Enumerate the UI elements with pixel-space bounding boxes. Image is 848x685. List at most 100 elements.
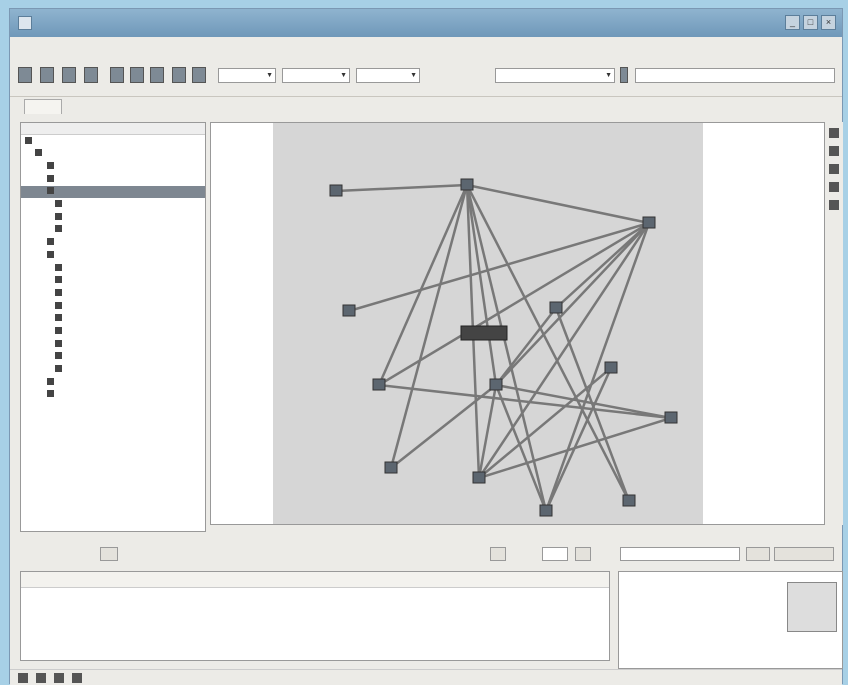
network-device-icon [342,304,356,317]
toolbar-icon-2[interactable] [40,67,54,83]
tree-row[interactable] [21,211,205,224]
selected-node-label-box[interactable] [460,325,508,341]
tree-row[interactable] [21,173,205,186]
tree-column-name[interactable] [21,123,157,134]
events-col-type[interactable] [195,572,325,587]
search2-input[interactable] [635,68,835,83]
tree-row[interactable] [21,389,205,402]
event-row[interactable] [21,600,609,612]
page-input[interactable] [542,547,568,561]
tree-row[interactable] [21,363,205,376]
events-col-date[interactable] [45,572,125,587]
tree-row[interactable] [21,262,205,275]
zoom-in-icon[interactable] [829,128,839,138]
tree-row[interactable] [21,135,205,148]
event-row[interactable] [21,636,609,648]
details-button-1[interactable] [746,547,770,561]
graph-node[interactable] [342,304,356,317]
status-bar [10,669,842,685]
main-toolbar: ▼ ▼ ▼ ▼ [10,55,842,97]
topology-canvas[interactable] [210,122,825,525]
status-icon-3[interactable] [54,673,64,683]
tree-row[interactable] [21,249,205,262]
tree-row[interactable] [21,148,205,161]
tree-row[interactable] [21,224,205,237]
events-table [20,571,610,661]
event-severity [21,588,45,600]
event-row[interactable] [21,588,609,600]
page-next-button[interactable] [575,547,591,561]
event-row[interactable] [21,624,609,636]
fit-icon[interactable] [829,164,839,174]
graph-node[interactable] [642,216,656,229]
pan-icon[interactable] [829,200,839,210]
tree-row[interactable] [21,160,205,173]
combo-2[interactable]: ▼ [282,68,350,83]
toolbar-icon-9[interactable] [192,67,206,83]
event-row[interactable] [21,612,609,624]
toolbar-icon-8[interactable] [172,67,186,83]
tree-row[interactable] [21,313,205,326]
status-icon-2[interactable] [36,673,46,683]
toolbar-icon-7[interactable] [150,67,164,83]
events-filter-button[interactable] [100,547,118,561]
tree-row[interactable] [21,287,205,300]
events-col-message[interactable] [325,572,555,587]
tree-row[interactable] [21,338,205,351]
graph-node[interactable] [664,411,678,424]
tree-row[interactable] [21,198,205,211]
network-device-icon [329,184,343,197]
device-icon [55,301,62,309]
toolbar-icon-6[interactable] [130,67,144,83]
zoom-out-icon[interactable] [829,146,839,156]
graph-node[interactable] [460,178,474,191]
status-icon-1[interactable] [18,673,28,683]
tab-active[interactable] [24,99,62,114]
details-input[interactable] [620,547,740,561]
tree-row[interactable] [21,185,205,199]
toolbar-icon-5[interactable] [110,67,124,83]
chevron-down-icon: ▼ [266,72,273,79]
graph-node[interactable] [329,184,343,197]
graph-node[interactable] [539,504,553,517]
tree-row[interactable] [21,325,205,338]
details-panel [618,571,843,669]
graph-node[interactable] [622,494,636,507]
search-icon[interactable] [620,67,628,83]
graph-node[interactable] [549,301,563,314]
tree-row[interactable] [21,376,205,389]
graph-node[interactable] [604,361,618,374]
topology-graph[interactable] [211,123,824,524]
device-icon [55,200,62,208]
toolbar-icon-4[interactable] [84,67,98,83]
details-button-2[interactable] [774,547,834,561]
chevron-down-icon: ▼ [340,72,347,79]
graph-node[interactable] [384,461,398,474]
toolbar-icon-3[interactable] [62,67,76,83]
tree-row[interactable] [21,275,205,288]
maximize-button[interactable]: □ [803,15,818,30]
event-severity [21,612,45,624]
close-button[interactable]: × [821,15,836,30]
toolbar-icon-1[interactable] [18,67,32,83]
tree-row[interactable] [21,300,205,313]
minimize-button[interactable]: _ [785,15,800,30]
tree-row[interactable] [21,351,205,364]
graph-node[interactable] [472,471,486,484]
graph-node[interactable] [489,378,503,391]
search-input[interactable]: ▼ [495,68,615,83]
combo-1[interactable]: ▼ [218,68,276,83]
event-type [195,612,325,624]
events-col-severity[interactable] [21,572,45,587]
layout-icon[interactable] [829,182,839,192]
device-icon [55,225,62,233]
status-icon-4[interactable] [72,673,82,683]
events-col-time[interactable] [125,572,195,587]
graph-node[interactable] [372,378,386,391]
page-prev-button[interactable] [490,547,506,561]
title-bar[interactable]: _ □ × [10,9,842,37]
tree-column-ip[interactable] [157,123,165,134]
tree-row[interactable] [21,237,205,250]
combo-3[interactable]: ▼ [356,68,420,83]
event-type [195,588,325,600]
